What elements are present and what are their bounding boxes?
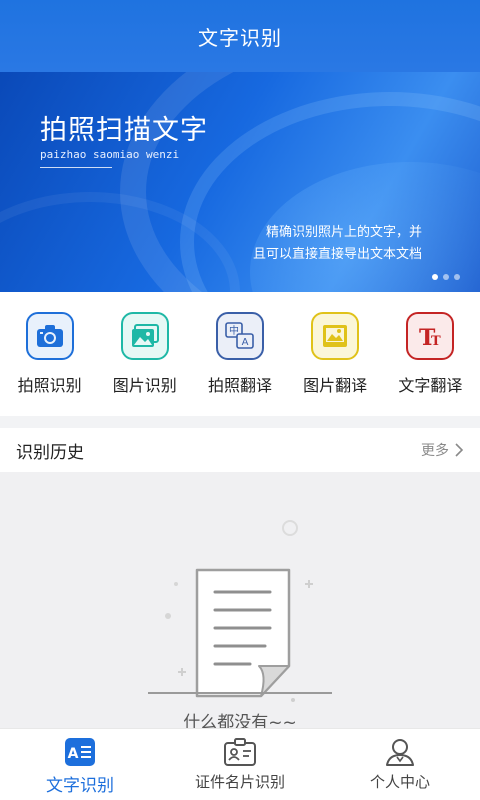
picture-translate-icon: [311, 312, 360, 360]
history-section-header: 识别历史 更多: [0, 428, 480, 472]
history-more-link[interactable]: 更多: [421, 440, 464, 460]
translate-icon: 中A: [215, 312, 264, 360]
banner-carousel[interactable]: 拍照扫描文字 paizhao saomiao wenzi 精确识别照片上的文字，…: [0, 72, 480, 292]
svg-text:A: A: [68, 746, 79, 762]
banner-subtitle: paizhao saomiao wenzi: [40, 148, 180, 161]
page-title: 文字识别: [198, 25, 282, 50]
banner-underline: [40, 167, 112, 168]
bottom-tab-bar: A 文字识别 证件名片识别 个人中心: [0, 728, 480, 800]
banner-desc-line2: 且可以直接直接导出文本文档: [252, 247, 422, 262]
chevron-right-icon: [455, 443, 464, 457]
feature-grid: 拍照识别 图片识别 中A 拍照翻译 图片翻译 TT 文字翻译: [0, 292, 480, 416]
banner-title: 拍照扫描文字: [40, 115, 208, 146]
carousel-dot[interactable]: [443, 274, 449, 280]
app-header: 文字识别: [0, 0, 480, 72]
tab-text-recognition[interactable]: A 文字识别: [0, 729, 160, 800]
feature-photo-translate[interactable]: 中A 拍照翻译: [194, 292, 286, 396]
feature-label: 拍照翻译: [207, 376, 272, 395]
tab-label: 证件名片识别: [194, 773, 285, 791]
tab-label: 个人中心: [369, 773, 430, 791]
feature-image-recognition[interactable]: 图片识别: [99, 292, 191, 396]
carousel-dot[interactable]: [432, 274, 438, 280]
feature-label: 图片翻译: [303, 376, 368, 395]
feature-photo-recognition[interactable]: 拍照识别: [4, 292, 96, 396]
banner-description: 精确识别照片上的文字，并 且可以直接直接导出文本文档: [253, 222, 422, 266]
svg-text:A: A: [242, 337, 249, 348]
history-empty-state: 什么都没有~~: [0, 472, 480, 733]
feature-label: 文字翻译: [398, 376, 463, 395]
carousel-dot[interactable]: [454, 274, 460, 280]
feature-label: 拍照识别: [17, 376, 82, 395]
feature-label: 图片识别: [112, 376, 177, 395]
person-icon: [386, 739, 414, 766]
text-translate-icon: TT: [406, 312, 455, 360]
camera-icon: [25, 312, 74, 360]
feature-text-translate[interactable]: TT 文字翻译: [384, 292, 476, 396]
carousel-indicator: [432, 274, 460, 280]
tab-id-card-recognition[interactable]: 证件名片识别: [160, 729, 320, 800]
tab-personal-center[interactable]: 个人中心: [320, 729, 480, 800]
text-recognition-icon: A: [65, 738, 95, 766]
id-card-icon: [224, 738, 256, 766]
banner-desc-line1: 精确识别照片上的文字，并: [265, 225, 422, 240]
more-label: 更多: [421, 443, 449, 459]
tab-label: 文字识别: [46, 776, 114, 796]
feature-image-translate[interactable]: 图片翻译: [289, 292, 381, 396]
history-title: 识别历史: [16, 442, 84, 463]
image-icon: [120, 312, 169, 360]
svg-text:T: T: [431, 334, 441, 349]
empty-document-icon: [165, 520, 313, 702]
